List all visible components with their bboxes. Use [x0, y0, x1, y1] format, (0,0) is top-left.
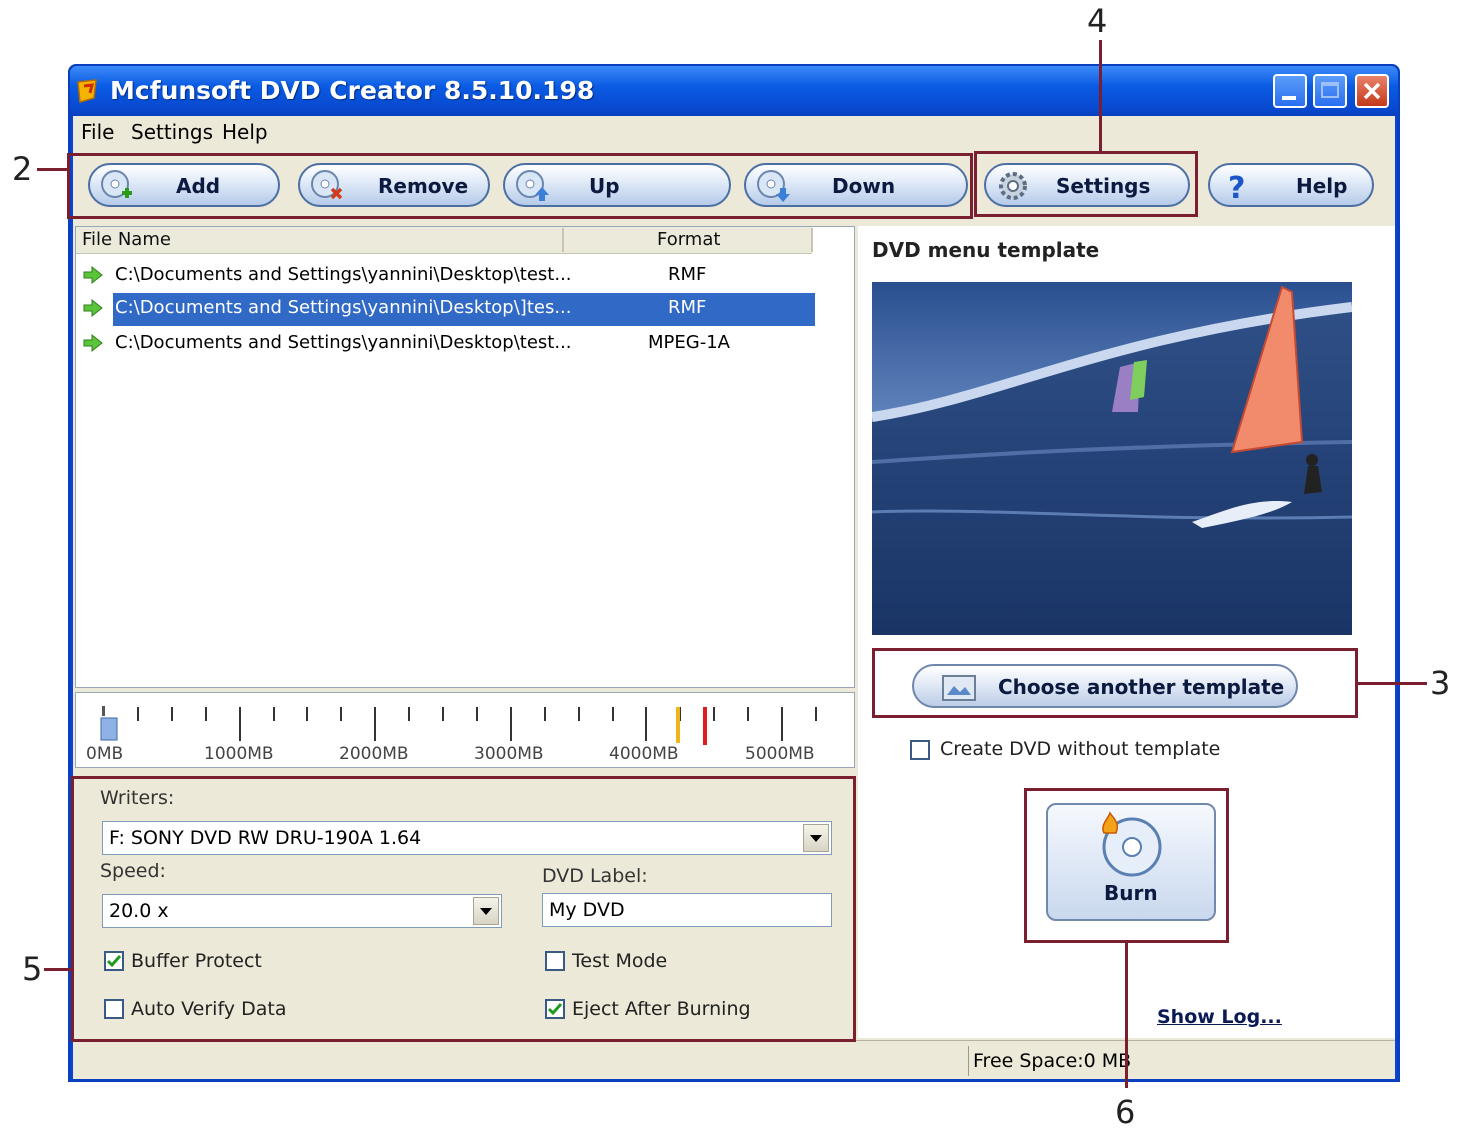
- file-arrow-icon: [83, 265, 103, 285]
- table-row[interactable]: C:\Documents and Settings\yannini\Deskto…: [80, 330, 820, 360]
- callout-line: [1125, 942, 1128, 1088]
- callout-number: 6: [1115, 1093, 1136, 1131]
- callout-line: [37, 168, 68, 171]
- meter-label: 5000MB: [745, 744, 815, 764]
- meter-tick: [645, 707, 647, 741]
- maximize-button[interactable]: [1313, 74, 1347, 108]
- header-divider: [562, 228, 564, 252]
- create-without-template-checkbox[interactable]: [910, 740, 930, 760]
- file-format: RMF: [668, 264, 707, 285]
- column-format[interactable]: Format: [657, 229, 720, 250]
- header-divider: [811, 228, 813, 252]
- file-format: MPEG-1A: [648, 332, 730, 353]
- template-title: DVD menu template: [872, 238, 1100, 262]
- meter-tick: [510, 707, 512, 741]
- callout-number: 2: [12, 150, 33, 188]
- help-icon: ?: [1228, 171, 1245, 203]
- file-arrow-icon: [83, 298, 103, 318]
- minimize-icon: [1282, 96, 1296, 100]
- meter-tick: [612, 707, 614, 721]
- menu-settings[interactable]: Settings: [131, 120, 213, 144]
- callout-line: [1099, 40, 1102, 152]
- meter-tick: [137, 707, 139, 721]
- callout-number: 5: [22, 950, 43, 988]
- meter-limit-marker: [703, 707, 707, 745]
- meter-tick: [544, 707, 546, 721]
- callout-number: 4: [1087, 2, 1108, 40]
- file-arrow-icon: [83, 333, 103, 353]
- file-name: C:\Documents and Settings\yannini\Deskto…: [115, 332, 572, 353]
- meter-tick: [713, 707, 715, 721]
- meter-tick: [171, 707, 173, 721]
- callout-line: [1357, 682, 1427, 685]
- table-row[interactable]: C:\Documents and Settings\yannini\Deskto…: [80, 295, 820, 325]
- minimize-button[interactable]: [1273, 74, 1307, 108]
- create-without-template-label: Create DVD without template: [940, 738, 1221, 760]
- callout-line: [44, 968, 72, 971]
- disc-size-meter: [75, 692, 855, 768]
- meter-tick: [273, 707, 275, 721]
- window-title: Mcfunsoft DVD Creator 8.5.10.198: [110, 76, 595, 105]
- meter-tick: [815, 707, 817, 721]
- file-format: RMF: [668, 297, 707, 318]
- menu-help[interactable]: Help: [222, 120, 268, 144]
- template-preview-image[interactable]: [872, 282, 1352, 635]
- close-icon: [1363, 82, 1381, 100]
- column-file-name[interactable]: File Name: [82, 229, 171, 250]
- file-name: C:\Documents and Settings\yannini\Deskto…: [115, 297, 572, 318]
- meter-tick: [374, 707, 376, 741]
- meter-warning-marker: [676, 707, 680, 743]
- meter-tick: [239, 707, 241, 741]
- free-space-status: Free Space:0 MB: [968, 1046, 1395, 1076]
- app-icon: [77, 79, 97, 103]
- callout-box-toolbar: [67, 153, 973, 219]
- callout-box-settings: [974, 151, 1198, 217]
- meter-tick: [781, 707, 783, 741]
- menu-bar: [73, 116, 1395, 150]
- table-row[interactable]: C:\Documents and Settings\yannini\Deskto…: [80, 262, 820, 292]
- meter-tick: [205, 707, 207, 721]
- close-button[interactable]: [1355, 74, 1389, 108]
- meter-label: 1000MB: [204, 744, 274, 764]
- callout-number: 3: [1430, 664, 1451, 702]
- meter-tick: [578, 707, 580, 721]
- help-button[interactable]: ? Help: [1208, 163, 1374, 207]
- meter-tick: [306, 707, 308, 721]
- menu-file[interactable]: File: [81, 120, 114, 144]
- file-name: C:\Documents and Settings\yannini\Deskto…: [115, 264, 572, 285]
- callout-box-burn: [1024, 788, 1229, 943]
- meter-slider-icon[interactable]: [98, 706, 120, 742]
- meter-label: 4000MB: [609, 744, 679, 764]
- maximize-icon: [1321, 82, 1339, 98]
- meter-label: 3000MB: [474, 744, 544, 764]
- meter-tick: [408, 707, 410, 721]
- help-label: Help: [1296, 174, 1348, 198]
- meter-tick: [340, 707, 342, 721]
- show-log-link[interactable]: Show Log...: [1157, 1006, 1282, 1028]
- meter-tick: [476, 707, 478, 721]
- callout-box-writer: [71, 776, 856, 1042]
- meter-tick: [442, 707, 444, 721]
- callout-box-template: [872, 648, 1358, 718]
- meter-tick: [747, 707, 749, 721]
- meter-label: 2000MB: [339, 744, 409, 764]
- meter-label: 0MB: [86, 744, 124, 764]
- svg-text:?: ?: [1228, 171, 1245, 203]
